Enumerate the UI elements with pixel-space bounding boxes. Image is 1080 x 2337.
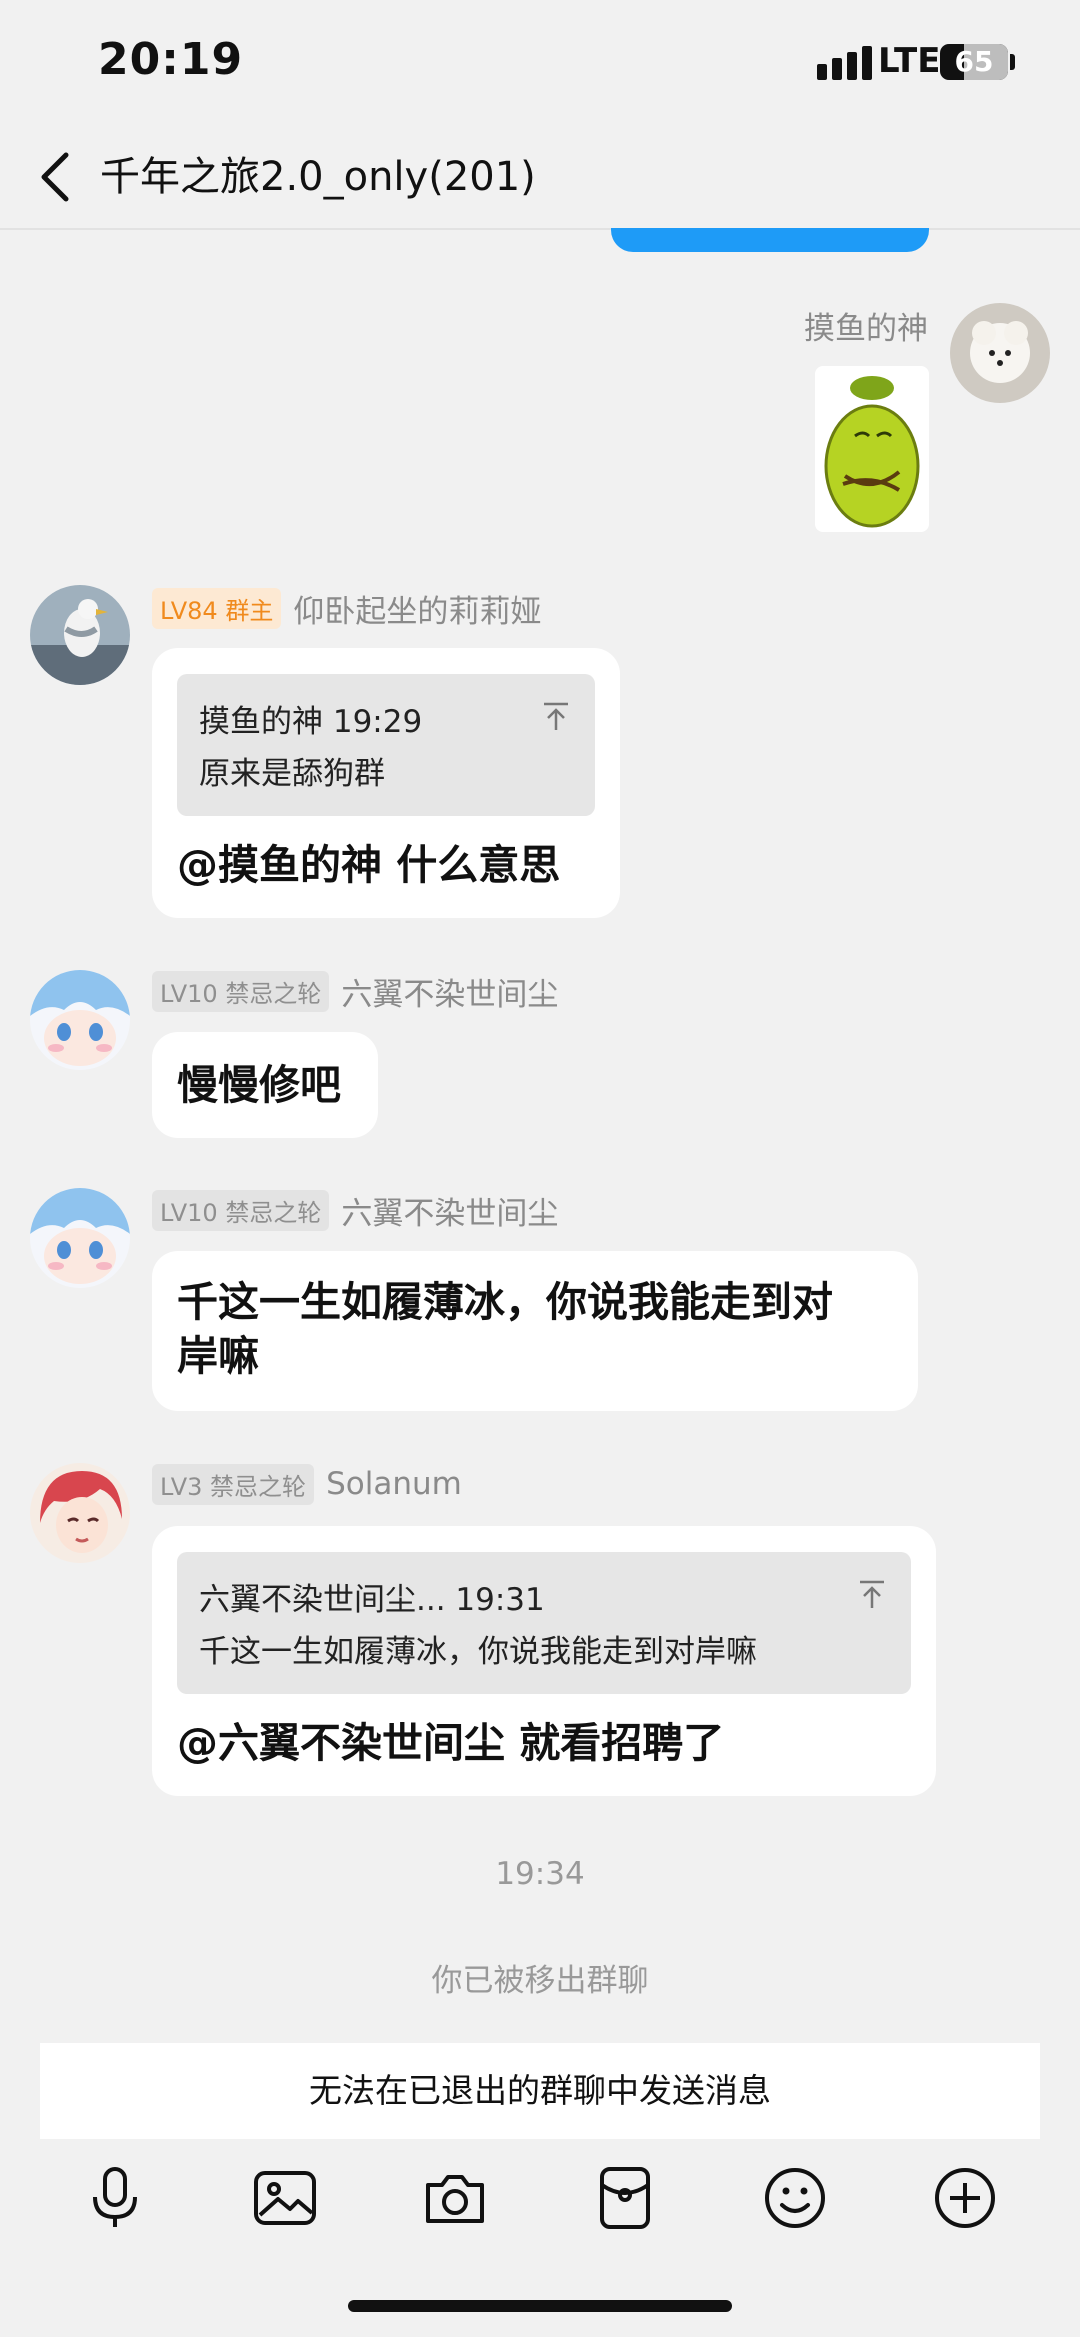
- camera-icon[interactable]: [420, 2163, 490, 2233]
- sticker-image[interactable]: [815, 366, 929, 532]
- battery-percent: 65: [954, 45, 994, 78]
- chat-title[interactable]: 千年之旅2.0_only(201): [100, 147, 536, 207]
- message-bubble[interactable]: 六翼不染世间尘... 19:31 千这一生如履薄冰，你说我能走到对岸嘛 @六翼不…: [152, 1526, 936, 1796]
- jump-to-top-icon[interactable]: [539, 700, 573, 734]
- red-packet-icon[interactable]: [590, 2163, 660, 2233]
- timestamp: 19:34: [495, 1856, 585, 1892]
- sender-name[interactable]: 仰卧起坐的莉莉娅: [293, 586, 541, 631]
- quote-text: 原来是舔狗群: [199, 756, 385, 792]
- avatar[interactable]: [30, 1463, 130, 1563]
- sender-row: LV84 群主 仰卧起坐的莉莉娅: [152, 586, 541, 631]
- avatar[interactable]: [950, 303, 1050, 403]
- avatar[interactable]: [30, 585, 130, 685]
- message-text: 岸嘛: [177, 1332, 259, 1380]
- message-text: 慢慢修吧: [177, 1061, 341, 1109]
- network-label: LTE: [878, 41, 941, 81]
- message-text: @六翼不染世间尘 就看招聘了: [177, 1719, 725, 1767]
- quote-header: 六翼不染世间尘... 19:31: [199, 1582, 545, 1618]
- sender-row: LV10 禁忌之轮 六翼不染世间尘: [152, 1188, 558, 1233]
- avatar[interactable]: [30, 1188, 130, 1288]
- message-text: 千这一生如履薄冰，你说我能走到对: [177, 1278, 833, 1326]
- microphone-icon[interactable]: [80, 2163, 150, 2233]
- status-time: 20:19: [98, 34, 244, 85]
- avatar[interactable]: [30, 970, 130, 1070]
- quote-block[interactable]: 六翼不染世间尘... 19:31 千这一生如履薄冰，你说我能走到对岸嘛: [177, 1552, 911, 1694]
- sender-name[interactable]: 六翼不染世间尘: [341, 1188, 558, 1233]
- sender-row: LV10 禁忌之轮 六翼不染世间尘: [152, 969, 558, 1014]
- input-disabled-banner: 无法在已退出的群聊中发送消息: [40, 2043, 1040, 2139]
- message-bubble[interactable]: 摸鱼的神 19:29 原来是舔狗群 @摸鱼的神 什么意思: [152, 648, 620, 918]
- quote-block[interactable]: 摸鱼的神 19:29 原来是舔狗群: [177, 674, 595, 816]
- plus-icon[interactable]: [930, 2163, 1000, 2233]
- quote-text: 千这一生如履薄冰，你说我能走到对岸嘛: [199, 1634, 757, 1670]
- level-badge: LV3 禁忌之轮: [152, 1463, 315, 1505]
- message-bubble[interactable]: 慢慢修吧: [152, 1032, 378, 1138]
- chevron-left-icon[interactable]: [28, 147, 88, 207]
- message-text: @摸鱼的神 什么意思: [177, 841, 561, 889]
- level-badge: LV10 禁忌之轮: [152, 970, 330, 1012]
- sender-name: 摸鱼的神: [804, 311, 928, 347]
- previous-message-bubble[interactable]: [611, 228, 929, 252]
- level-badge: LV10 禁忌之轮: [152, 1189, 330, 1231]
- nav-bar: 千年之旅2.0_only(201): [0, 125, 1080, 230]
- emoji-icon[interactable]: [760, 2163, 830, 2233]
- system-notice: 你已被移出群聊: [431, 1963, 649, 1999]
- image-icon[interactable]: [250, 2163, 320, 2233]
- battery-cap: [1010, 54, 1015, 70]
- home-indicator[interactable]: [348, 2300, 732, 2312]
- message-bubble[interactable]: 千这一生如履薄冰，你说我能走到对 岸嘛: [152, 1251, 918, 1411]
- signal-icon: [817, 46, 872, 80]
- jump-to-top-icon[interactable]: [855, 1578, 889, 1612]
- battery-icon: 65: [940, 44, 1008, 80]
- sender-name[interactable]: Solanum: [326, 1466, 462, 1502]
- quote-header: 摸鱼的神 19:29: [199, 704, 423, 740]
- sender-name[interactable]: 六翼不染世间尘: [341, 969, 558, 1014]
- sender-row: LV3 禁忌之轮 Solanum: [152, 1463, 462, 1505]
- level-badge: LV84 群主: [152, 587, 282, 629]
